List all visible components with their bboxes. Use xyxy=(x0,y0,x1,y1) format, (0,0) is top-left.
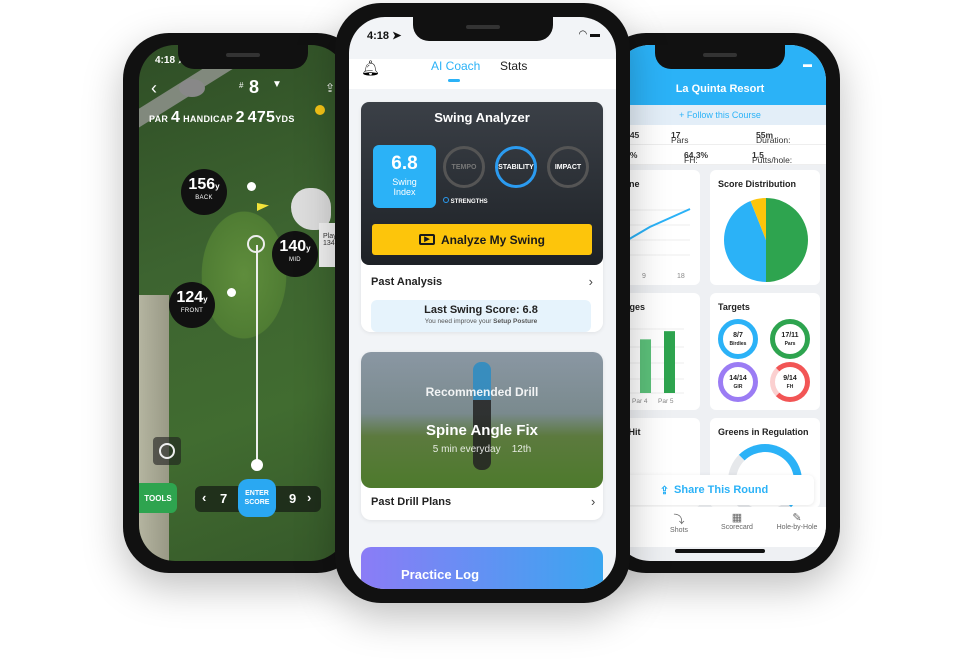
last-swing-score: Last Swing Score: 6.8 You need improve y… xyxy=(371,300,591,332)
distance-front: 124y FRONT xyxy=(169,282,215,328)
stats-row: 2.4% FH: 64.3% Putts/hole: 1.5 xyxy=(614,145,826,165)
practice-log-card[interactable]: Practice Log xyxy=(361,547,603,589)
trend-tick: 18 xyxy=(677,273,685,280)
metric-tempo[interactable]: TEMPO xyxy=(443,146,485,188)
targets-card[interactable]: Targets 8/7 Birdies 17/11 Pars 14/14 GIR 9/… xyxy=(710,293,820,410)
score-distribution-card[interactable]: Score Distribution xyxy=(710,170,820,285)
recommended-drill-banner[interactable]: Recommended Drill Spine Angle Fix 5 min … xyxy=(361,352,603,488)
flag-icon xyxy=(257,203,269,211)
hole-dropdown-icon[interactable]: ▼ xyxy=(272,79,282,90)
bar-par-4 xyxy=(640,339,651,393)
practice-log-title: Practice Log xyxy=(401,567,480,582)
trend-tick: 9 xyxy=(642,273,646,280)
metric-impact[interactable]: IMPACT xyxy=(547,146,589,188)
target-ring-gir: 14/14 GIR xyxy=(718,362,758,402)
share-icon: ⇪ xyxy=(659,484,670,497)
drill-title: Spine Angle Fix xyxy=(426,422,538,439)
top-tabs: 🔔︎ AI Coach Stats xyxy=(349,59,616,89)
target-ring-pars: 17/11 Pars xyxy=(770,319,810,359)
yards-value: 475 xyxy=(247,109,276,126)
distance-mid: 140y MID xyxy=(272,231,318,277)
hole-prefix: # xyxy=(239,81,244,90)
drill-session: 12th xyxy=(511,444,532,455)
course-name: La Quinta Resort xyxy=(675,83,765,95)
past-analysis-title: Past Analysis xyxy=(371,276,443,288)
share-round-button[interactable]: ⇪ Share This Round xyxy=(614,475,814,505)
prev-hole[interactable]: 7 xyxy=(220,491,227,506)
status-time: 4:18 xyxy=(155,55,176,66)
gps-phone: 4:18 ➤ ‹ # 8 ▼ ⇪ PAR 4 HANDICAP 2 475YDS… xyxy=(123,33,363,573)
stats-phone: ▬ La Quinta Resort + Follow this Course … xyxy=(600,33,840,573)
tab-stats[interactable]: Stats xyxy=(500,59,527,73)
home-indicator xyxy=(675,549,765,553)
tab-ai-coach[interactable]: AI Coach xyxy=(431,59,480,73)
prev-hole-arrow[interactable]: ‹ xyxy=(202,490,206,505)
weather-sun-icon xyxy=(315,105,325,115)
enter-score-button[interactable]: ENTER SCORE xyxy=(238,479,276,517)
strengths-dot-icon xyxy=(443,197,449,203)
gps-screen: 4:18 ➤ ‹ # 8 ▼ ⇪ PAR 4 HANDICAP 2 475YDS… xyxy=(139,45,347,561)
tab-shots[interactable]: ⤵ Shots xyxy=(649,511,709,534)
share-icon[interactable]: ⇪ xyxy=(325,81,335,95)
hole-info: PAR 4 HANDICAP 2 475YDS xyxy=(149,109,295,126)
next-hole[interactable]: 9 xyxy=(289,491,296,506)
top-bar: ‹ # 8 ▼ ⇪ xyxy=(139,77,347,115)
drill-kicker: Recommended Drill xyxy=(425,385,539,399)
target-button[interactable] xyxy=(153,437,181,465)
bar-tick: Par 5 xyxy=(658,398,674,405)
next-hole-arrow[interactable]: › xyxy=(307,490,311,505)
bottom-tab-bar: ⤵ Shots ▦ Scorecard ✎ Hole-by-Hole xyxy=(614,507,826,547)
par-value: 4 xyxy=(171,109,181,126)
chevron-right-icon[interactable]: › xyxy=(589,274,593,289)
video-icon: ▶ xyxy=(418,234,435,245)
aim-line xyxy=(256,245,258,467)
target-ring-birdies: 8/7 Birdies xyxy=(718,319,758,359)
coach-screen: 4:18 ➤ ◠ ▬ 🔔︎ AI Coach Stats Swing Analy… xyxy=(349,17,616,589)
swing-index-badge[interactable]: 6.8 Swing Index xyxy=(373,145,436,208)
notch xyxy=(655,45,785,69)
drill-duration: 5 min everyday xyxy=(432,444,501,455)
tab-hole-by-hole[interactable]: ✎ Hole-by-Hole xyxy=(767,511,826,531)
pie-chart xyxy=(724,198,808,282)
distance-back: 156y BACK xyxy=(181,169,227,215)
cart-path-side xyxy=(139,295,169,561)
swing-analyzer-panel: Swing Analyzer 6.8 Swing Index TEMPO STA… xyxy=(361,102,603,265)
handicap-value: 2 xyxy=(235,109,245,126)
past-analysis-card[interactable]: Past Analysis › Last Swing Score: 6.8 Yo… xyxy=(361,265,603,332)
coach-phone: 4:18 ➤ ◠ ▬ 🔔︎ AI Coach Stats Swing Analy… xyxy=(335,3,630,603)
tools-button[interactable]: TOOLS xyxy=(139,483,177,513)
back-icon[interactable]: ‹ xyxy=(151,78,157,99)
metric-stability[interactable]: STABILITY xyxy=(495,146,537,188)
scorecard-icon: ▦ xyxy=(731,512,743,524)
status-icons: ◠ ▬ xyxy=(578,29,600,40)
target-icon xyxy=(159,443,175,459)
bell-icon[interactable]: 🔔︎ xyxy=(361,59,380,77)
crosshair-icon[interactable] xyxy=(247,235,265,253)
notch xyxy=(178,45,308,69)
back-marker[interactable] xyxy=(247,182,256,191)
bar-tick: Par 4 xyxy=(632,398,648,405)
target-ring-fh: 9/14 FH xyxy=(770,362,810,402)
front-marker[interactable] xyxy=(227,288,236,297)
stats-row: t: 65/45 Pars or Better: 17 Duration: 55… xyxy=(614,125,826,165)
tab-scorecard[interactable]: ▦ Scorecard xyxy=(707,511,767,531)
hole-number[interactable]: 8 xyxy=(249,77,259,98)
swing-analyzer-title: Swing Analyzer xyxy=(434,110,530,125)
bar-par-5 xyxy=(664,331,675,393)
active-tab-indicator xyxy=(448,79,460,82)
notch xyxy=(412,17,553,41)
chevron-right-icon[interactable]: › xyxy=(591,494,595,509)
follow-course-button[interactable]: + Follow this Course xyxy=(614,105,826,125)
strengths-legend: STRENGTHS xyxy=(443,197,488,205)
stats-screen: ▬ La Quinta Resort + Follow this Course … xyxy=(614,45,826,561)
pencil-icon: ✎ xyxy=(792,512,802,524)
status-time: 4:18 xyxy=(367,30,390,42)
battery-icon: ▬ xyxy=(803,59,812,69)
pie-slice-pars-or-better xyxy=(766,198,808,282)
past-drill-plans-link[interactable]: Past Drill Plans xyxy=(371,496,451,508)
analyze-swing-button[interactable]: ▶ Analyze My Swing xyxy=(372,224,592,255)
ball-marker[interactable] xyxy=(251,459,263,471)
shots-icon: ⤵ xyxy=(673,514,685,526)
